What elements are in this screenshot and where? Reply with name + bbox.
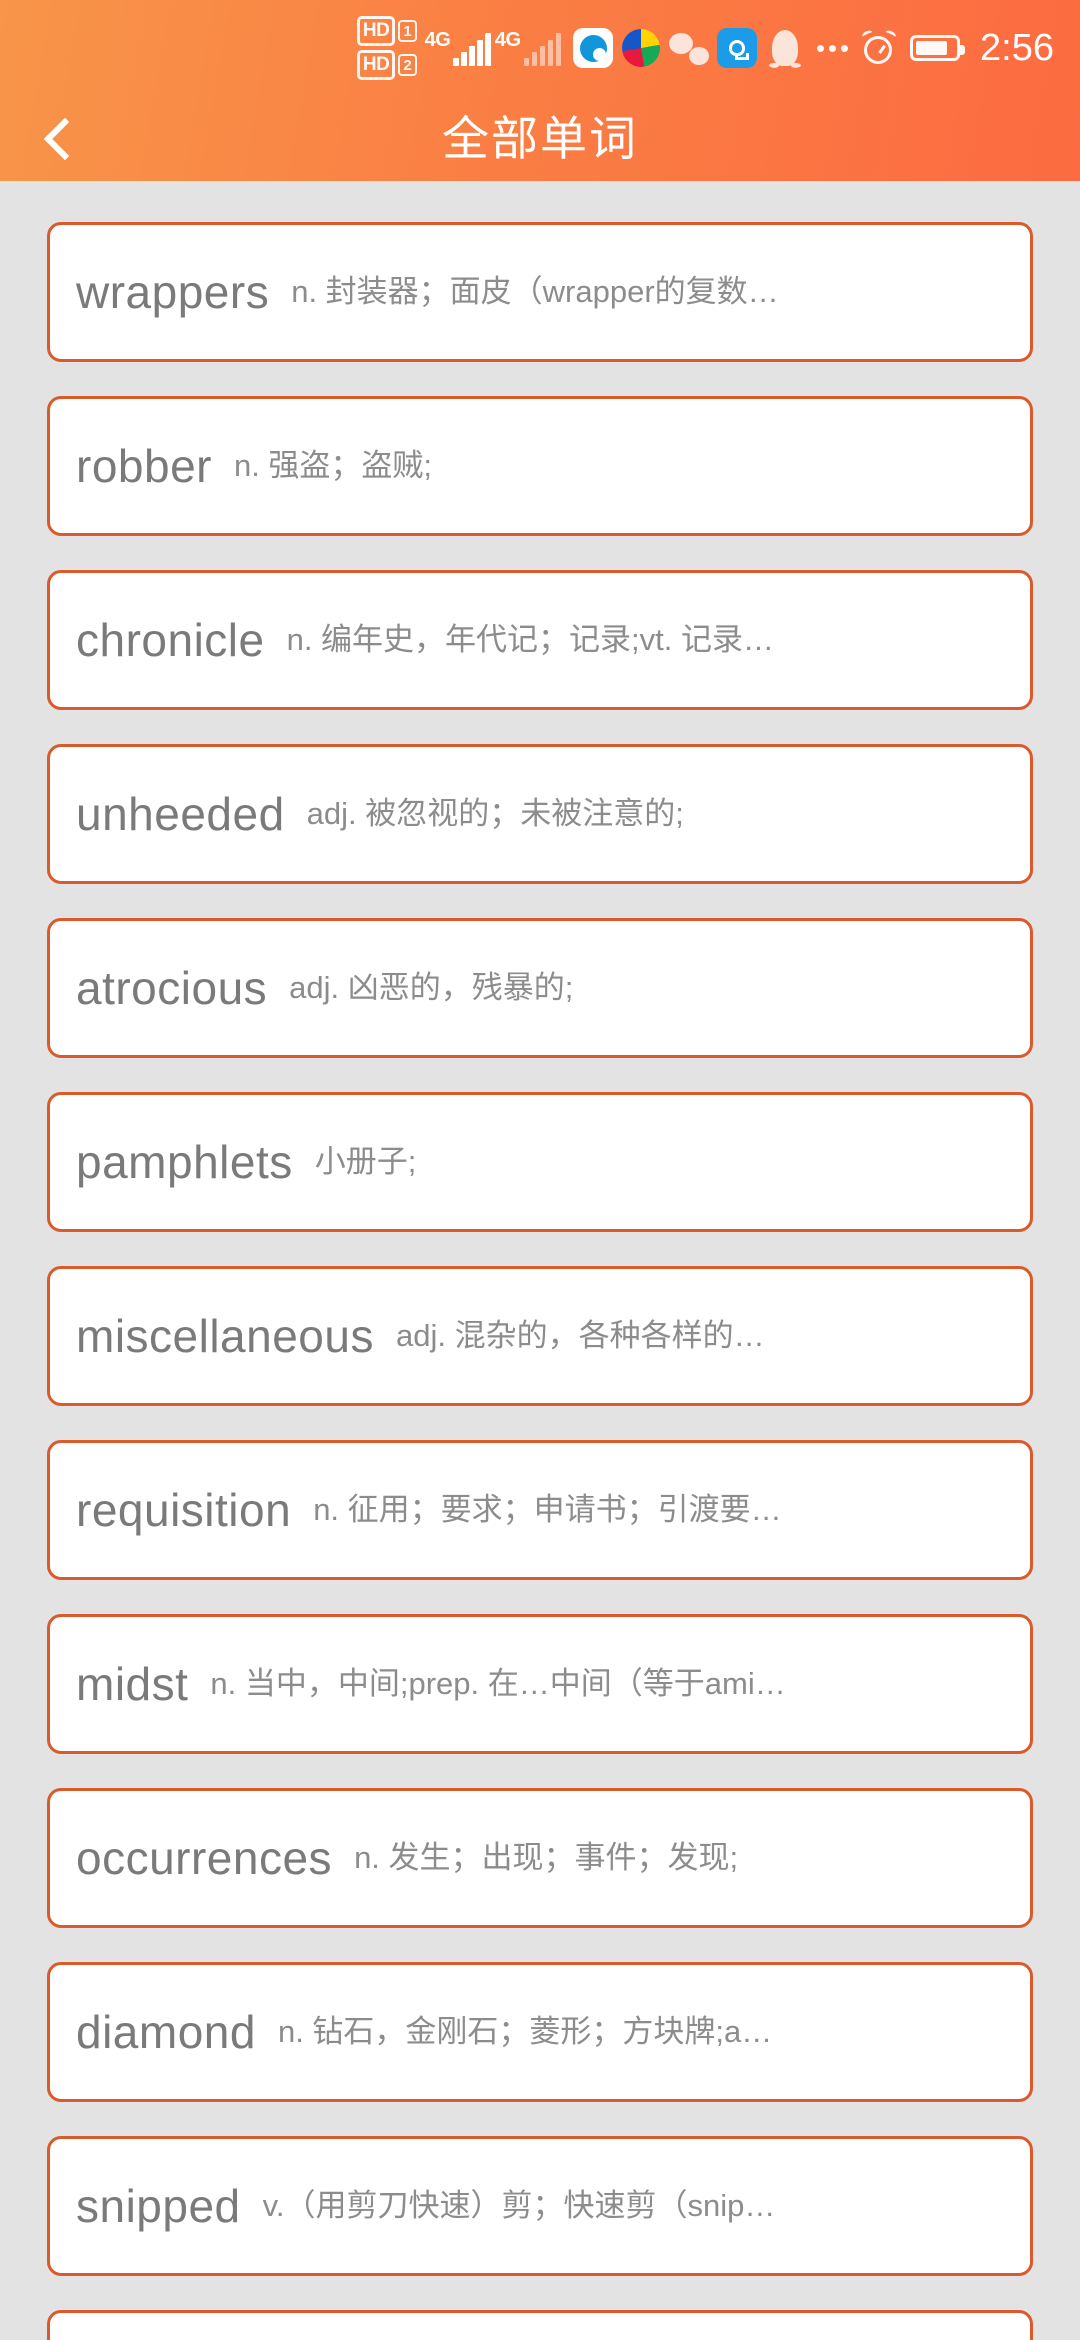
word-card[interactable]: unheeded adj. 被忽视的；未被注意的;: [47, 744, 1033, 884]
status-bar: HD 1 HD 2 4G 4G 2:56: [0, 0, 1080, 96]
signal-bars-sim2-icon: 4G: [494, 29, 562, 66]
word-card[interactable]: snipped v.（用剪刀快速）剪；快速剪（snip…: [47, 2136, 1033, 2276]
word-card[interactable]: [47, 2310, 1033, 2340]
word-card[interactable]: midst n. 当中，中间;prep. 在…中间（等于ami…: [47, 1614, 1033, 1754]
hd-voice-indicator-group: HD 1 HD 2: [356, 16, 417, 80]
word-card[interactable]: occurrences n. 发生；出现；事件；发现;: [47, 1788, 1033, 1928]
wechat-icon: [669, 28, 710, 68]
hd-index-sim1: 1: [398, 20, 417, 42]
status-bar-clock: 2:56: [980, 27, 1054, 69]
word-card[interactable]: diamond n. 钻石，金刚石；菱形；方块牌;a…: [47, 1962, 1033, 2102]
word-card[interactable]: wrappers n. 封装器；面皮（wrapper的复数…: [47, 222, 1033, 362]
signal-bars-sim1-icon: 4G: [425, 30, 491, 66]
hd-label-sim1: HD: [356, 16, 396, 46]
word-definition: n. 钻石，金刚石；菱形；方块牌;a…: [277, 2014, 773, 2049]
word-definition: n. 封装器；面皮（wrapper的复数…: [291, 274, 779, 309]
hd-index-sim2: 2: [398, 54, 417, 76]
app-header: HD 1 HD 2 4G 4G 2:56 全部单词: [0, 0, 1080, 181]
network-type-sim2: 4G: [494, 29, 521, 51]
signal-strength-sim2: [523, 32, 562, 66]
word-term: wrappers: [76, 266, 270, 318]
more-icon: [817, 44, 849, 52]
word-term: miscellaneous: [76, 1310, 374, 1362]
word-definition: n. 强盗；盗贼;: [233, 448, 433, 483]
word-term: atrocious: [76, 962, 268, 1014]
hd-voice-sim2-icon: HD 2: [356, 50, 417, 80]
title-bar: 全部单词: [0, 96, 1080, 181]
word-card[interactable]: pamphlets 小册子;: [47, 1092, 1033, 1232]
qq-browser-icon: [573, 28, 614, 68]
word-term: snipped: [76, 2180, 241, 2232]
color-ball-icon: [621, 28, 661, 68]
word-definition: adj. 混杂的，各种各样的…: [395, 1318, 765, 1353]
word-definition: adj. 被忽视的；未被注意的;: [306, 796, 684, 831]
lightbulb-app-icon: [717, 28, 758, 68]
word-card[interactable]: robber n. 强盗；盗贼;: [47, 396, 1033, 536]
word-definition: adj. 凶恶的，残暴的;: [289, 970, 574, 1005]
word-term: midst: [76, 1658, 189, 1710]
word-term: occurrences: [76, 1832, 333, 1884]
signal-strength-sim1: [453, 32, 491, 66]
network-type-sim1: 4G: [424, 29, 451, 51]
word-definition: n. 当中，中间;prep. 在…中间（等于ami…: [210, 1666, 786, 1701]
word-term: requisition: [76, 1484, 292, 1536]
word-term: robber: [76, 440, 212, 492]
word-term: diamond: [76, 2006, 256, 2058]
word-card[interactable]: chronicle n. 编年史，年代记；记录;vt. 记录…: [47, 570, 1033, 710]
qq-penguin-icon: [765, 28, 805, 68]
battery-icon: [910, 35, 966, 61]
hd-label-sim2: HD: [356, 50, 396, 80]
word-term: unheeded: [76, 788, 285, 840]
hd-voice-sim1-icon: HD 1: [356, 16, 417, 46]
word-definition: n. 发生；出现；事件；发现;: [354, 1840, 739, 1875]
word-term: chronicle: [76, 614, 265, 666]
alarm-clock-icon: [861, 29, 897, 65]
word-definition: v.（用剪刀快速）剪；快速剪（snip…: [262, 2188, 776, 2223]
word-card[interactable]: requisition n. 征用；要求；申请书；引渡要…: [47, 1440, 1033, 1580]
word-list[interactable]: wrappers n. 封装器；面皮（wrapper的复数… robber n. 强盗…: [0, 181, 1080, 2340]
word-card[interactable]: atrocious adj. 凶恶的，残暴的;: [47, 918, 1033, 1058]
word-definition: 小册子;: [314, 1144, 417, 1179]
word-term: pamphlets: [76, 1136, 293, 1188]
word-definition: n. 征用；要求；申请书；引渡要…: [313, 1492, 782, 1527]
word-card[interactable]: miscellaneous adj. 混杂的，各种各样的…: [47, 1266, 1033, 1406]
page-title: 全部单词: [442, 112, 638, 165]
word-definition: n. 编年史，年代记；记录;vt. 记录…: [286, 622, 775, 657]
